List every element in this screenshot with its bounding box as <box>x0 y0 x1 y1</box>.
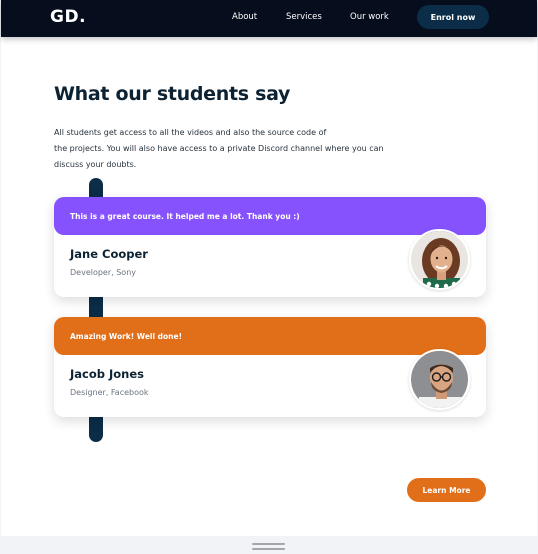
avatar-man-photo <box>411 351 468 408</box>
testimonial-role: Designer, Facebook <box>70 388 149 397</box>
testimonial-card: Amazing Work! Well done! Jacob Jones Des… <box>54 317 486 417</box>
drag-handle-icon[interactable] <box>252 543 285 545</box>
testimonial-quote: This is a great course. It helped me a l… <box>54 197 486 235</box>
avatar <box>409 349 470 410</box>
top-navbar: GD. About Services Our work Enrol now <box>1 0 537 37</box>
avatar <box>409 229 470 290</box>
nav-link-our-work[interactable]: Our work <box>350 12 389 22</box>
learn-more-button[interactable]: Learn More <box>407 478 486 502</box>
section-intro: All students get access to all the video… <box>54 125 399 173</box>
nav-link-services[interactable]: Services <box>286 12 322 22</box>
section-title: What our students say <box>54 83 291 105</box>
avatar-woman-photo <box>411 231 468 288</box>
testimonial-quote: Amazing Work! Well done! <box>54 317 486 355</box>
nav-link-about[interactable]: About <box>232 12 257 22</box>
testimonial-name: Jane Cooper <box>70 247 148 261</box>
intro-line: All students get access to all the video… <box>54 128 327 137</box>
logo[interactable]: GD. <box>50 7 86 27</box>
testimonial-role: Developer, Sony <box>70 268 137 277</box>
page-frame: GD. About Services Our work Enrol now Wh… <box>1 0 537 536</box>
enrol-now-button[interactable]: Enrol now <box>417 5 489 29</box>
testimonial-card: This is a great course. It helped me a l… <box>54 197 486 297</box>
testimonial-name: Jacob Jones <box>70 367 145 381</box>
drag-handle-icon[interactable] <box>252 548 285 550</box>
intro-line: the projects. You will also have access … <box>54 144 384 153</box>
intro-line: discuss your doubts. <box>54 160 137 169</box>
